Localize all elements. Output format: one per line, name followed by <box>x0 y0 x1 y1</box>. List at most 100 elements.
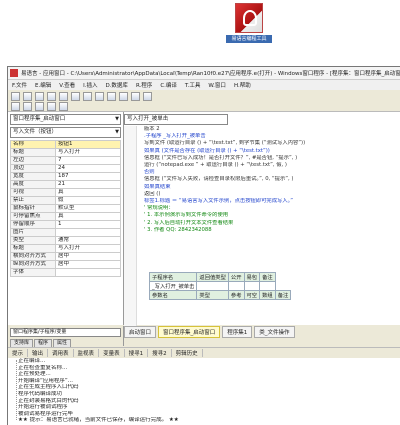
align-center-icon[interactable] <box>23 101 32 111</box>
table-cell[interactable] <box>243 281 261 291</box>
tab-tips[interactable]: 提示 <box>8 349 29 357</box>
property-value[interactable]: 按钮1 <box>55 140 121 149</box>
send-back-icon[interactable] <box>59 101 68 111</box>
property-value[interactable]: 187 <box>55 172 121 181</box>
table-cell[interactable]: 易包 <box>243 272 261 282</box>
menu-window[interactable]: W.窗口 <box>204 81 230 89</box>
property-value[interactable]: 默认型 <box>55 204 121 213</box>
property-value[interactable]: 通常 <box>55 236 121 245</box>
code-line[interactable]: 版本 2 <box>124 126 400 133</box>
run-icon[interactable] <box>119 91 128 101</box>
menu-database[interactable]: D.数据库 <box>101 81 131 89</box>
tab-start-window[interactable]: 启动窗口 <box>124 325 157 338</box>
property-row[interactable]: 停留顺序 1 <box>10 220 121 229</box>
property-row[interactable]: 高度 21 <box>10 180 121 189</box>
property-value[interactable]: 居中 <box>55 260 121 269</box>
save-icon[interactable] <box>35 91 44 101</box>
property-select[interactable]: 写入文件（按钮） <box>10 127 121 138</box>
table-cell[interactable]: 公开 <box>227 272 245 282</box>
property-row[interactable]: 名称 按钮1 <box>10 140 121 149</box>
property-value[interactable]: 21 <box>55 180 121 189</box>
property-value[interactable]: 假 <box>55 196 121 205</box>
open-file-icon[interactable] <box>23 91 32 101</box>
find-icon[interactable] <box>107 91 116 101</box>
property-value[interactable]: 7 <box>55 156 121 165</box>
property-value[interactable] <box>55 268 121 277</box>
table-cell[interactable]: 参考 <box>227 290 245 300</box>
property-row[interactable]: 标题 写入打开 <box>10 148 121 157</box>
property-value[interactable]: 1 <box>55 220 121 229</box>
code-line[interactable]: 运行 (“notepad.exe ” + 取运行目录 () + “\test.t… <box>124 162 400 169</box>
code-line[interactable]: .子程序 _写入打开_被单击 <box>124 133 400 140</box>
menu-view[interactable]: V.查看 <box>55 81 79 89</box>
redo-icon[interactable] <box>95 91 104 101</box>
paste-icon[interactable] <box>71 91 80 101</box>
property-row[interactable]: 字体 <box>10 268 121 277</box>
menu-file[interactable]: F.文件 <box>8 81 31 89</box>
code-line[interactable]: 如果真结束 <box>124 184 400 191</box>
code-line[interactable]: 如果真 (文件是否存在 (取运行目录 () + “\test.txt”)) <box>124 148 400 155</box>
code-line[interactable]: 否则 <box>124 169 400 176</box>
code-editor[interactable]: 写入打开_被单击 版本 2 .子程序 _写入打开_被单击 写到文件 (取运行目录 (… <box>124 112 400 326</box>
property-row[interactable]: 图片 <box>10 228 121 237</box>
tab-search1[interactable]: 搜寻1 <box>125 349 149 357</box>
menu-edit[interactable]: E.编辑 <box>31 81 55 89</box>
copy-icon[interactable] <box>59 91 68 101</box>
property-row[interactable]: 可停留焦点真 <box>10 212 121 221</box>
code-line[interactable]: 信息框 (“文件已写入成功！是否打开文件？”, #是否钮, “提示”, ) <box>124 155 400 162</box>
table-cell[interactable] <box>196 281 229 291</box>
code-line[interactable]: ' 常规说明： <box>124 205 400 212</box>
new-file-icon[interactable] <box>11 91 20 101</box>
output-panel[interactable]: 正在编译... 正在检查重复名称... 正在预处理... 开始编译“应用程序”... 正… <box>8 358 400 425</box>
property-value[interactable]: 24 <box>55 164 121 173</box>
undo-icon[interactable] <box>83 91 92 101</box>
menu-compile[interactable]: C.编译 <box>156 81 181 89</box>
property-value[interactable]: 真 <box>55 188 121 197</box>
object-select[interactable]: 窗口程序集_启动窗口 <box>10 114 121 125</box>
table-cell[interactable]: 备注 <box>259 272 276 282</box>
tab-file-class[interactable]: 类_文件操作 <box>254 325 295 338</box>
property-value[interactable]: 写入打开 <box>55 244 121 253</box>
tree-select[interactable]: 窗口程序集/子程序/变量 <box>10 328 121 337</box>
tab-call-table[interactable]: 调用表 <box>48 349 74 357</box>
title-bar[interactable]: 易语言 - 应用窗口 - C:\Users\Administrator\AppD… <box>8 67 400 80</box>
tab-output[interactable]: 输出 <box>28 349 49 357</box>
code-line[interactable]: ' 2. 写入后自动打开文本文件查看结果 <box>124 220 400 227</box>
code-line[interactable]: 写到文件 (取运行目录 () + “\test.txt”, 到字节集 (“测试写… <box>124 140 400 147</box>
subroutine-select[interactable]: 写入打开_被单击 <box>124 114 228 125</box>
table-cell[interactable] <box>259 281 276 291</box>
cut-icon[interactable] <box>47 91 56 101</box>
code-line[interactable]: 返回 () <box>124 191 400 198</box>
property-row[interactable]: 类型 通常 <box>10 236 121 245</box>
property-row[interactable]: 纵向对齐方式 居中 <box>10 260 121 269</box>
property-row[interactable]: 横向对齐方式 居中 <box>10 252 121 261</box>
property-row[interactable]: 禁止假 <box>10 196 121 205</box>
menu-insert[interactable]: I.插入 <box>79 81 101 89</box>
property-row[interactable]: 顶边 24 <box>10 164 121 173</box>
table-cell[interactable]: 备注 <box>274 290 292 300</box>
property-row[interactable]: 可视真 <box>10 188 121 197</box>
tab-clip-history[interactable]: 剪辑历史 <box>172 349 203 357</box>
property-row[interactable]: 标题 写入打开 <box>10 244 121 253</box>
desktop-shortcut[interactable]: 易语言编程工具 <box>226 3 272 47</box>
table-cell[interactable]: 类型 <box>196 290 229 300</box>
property-value[interactable]: 居中 <box>55 252 121 261</box>
tab-watch-table[interactable]: 监视表 <box>74 349 100 357</box>
property-value[interactable]: 写入打开 <box>55 148 121 157</box>
code-line[interactable]: ' 3. 作者 QQ: 2842342088 <box>124 227 400 234</box>
table-cell[interactable]: 子程序名 <box>148 272 198 282</box>
tab-variable-table[interactable]: 变量表 <box>99 349 125 357</box>
menu-tools[interactable]: T.工具 <box>181 81 204 89</box>
property-row[interactable]: 左边 7 <box>10 156 121 165</box>
code-line[interactable]: ' 1. 本示例演示写到文件命令的使用 <box>124 212 400 219</box>
property-row[interactable]: 鼠标指针 默认型 <box>10 204 121 213</box>
property-row[interactable]: 宽度 187 <box>10 172 121 181</box>
table-cell[interactable] <box>227 281 245 291</box>
stop-icon[interactable] <box>131 91 140 101</box>
tab-assembly1[interactable]: 程序集1 <box>222 325 253 338</box>
code-line[interactable]: 标签1.标题 ＝ “易语言写入文件示例，点击按钮即可完成写入。” <box>124 198 400 205</box>
menu-program[interactable]: R.程序 <box>132 81 156 89</box>
table-cell[interactable]: 返回值类型 <box>196 272 229 282</box>
table-cell[interactable]: 参数名 <box>148 290 198 300</box>
property-value[interactable] <box>55 228 121 237</box>
